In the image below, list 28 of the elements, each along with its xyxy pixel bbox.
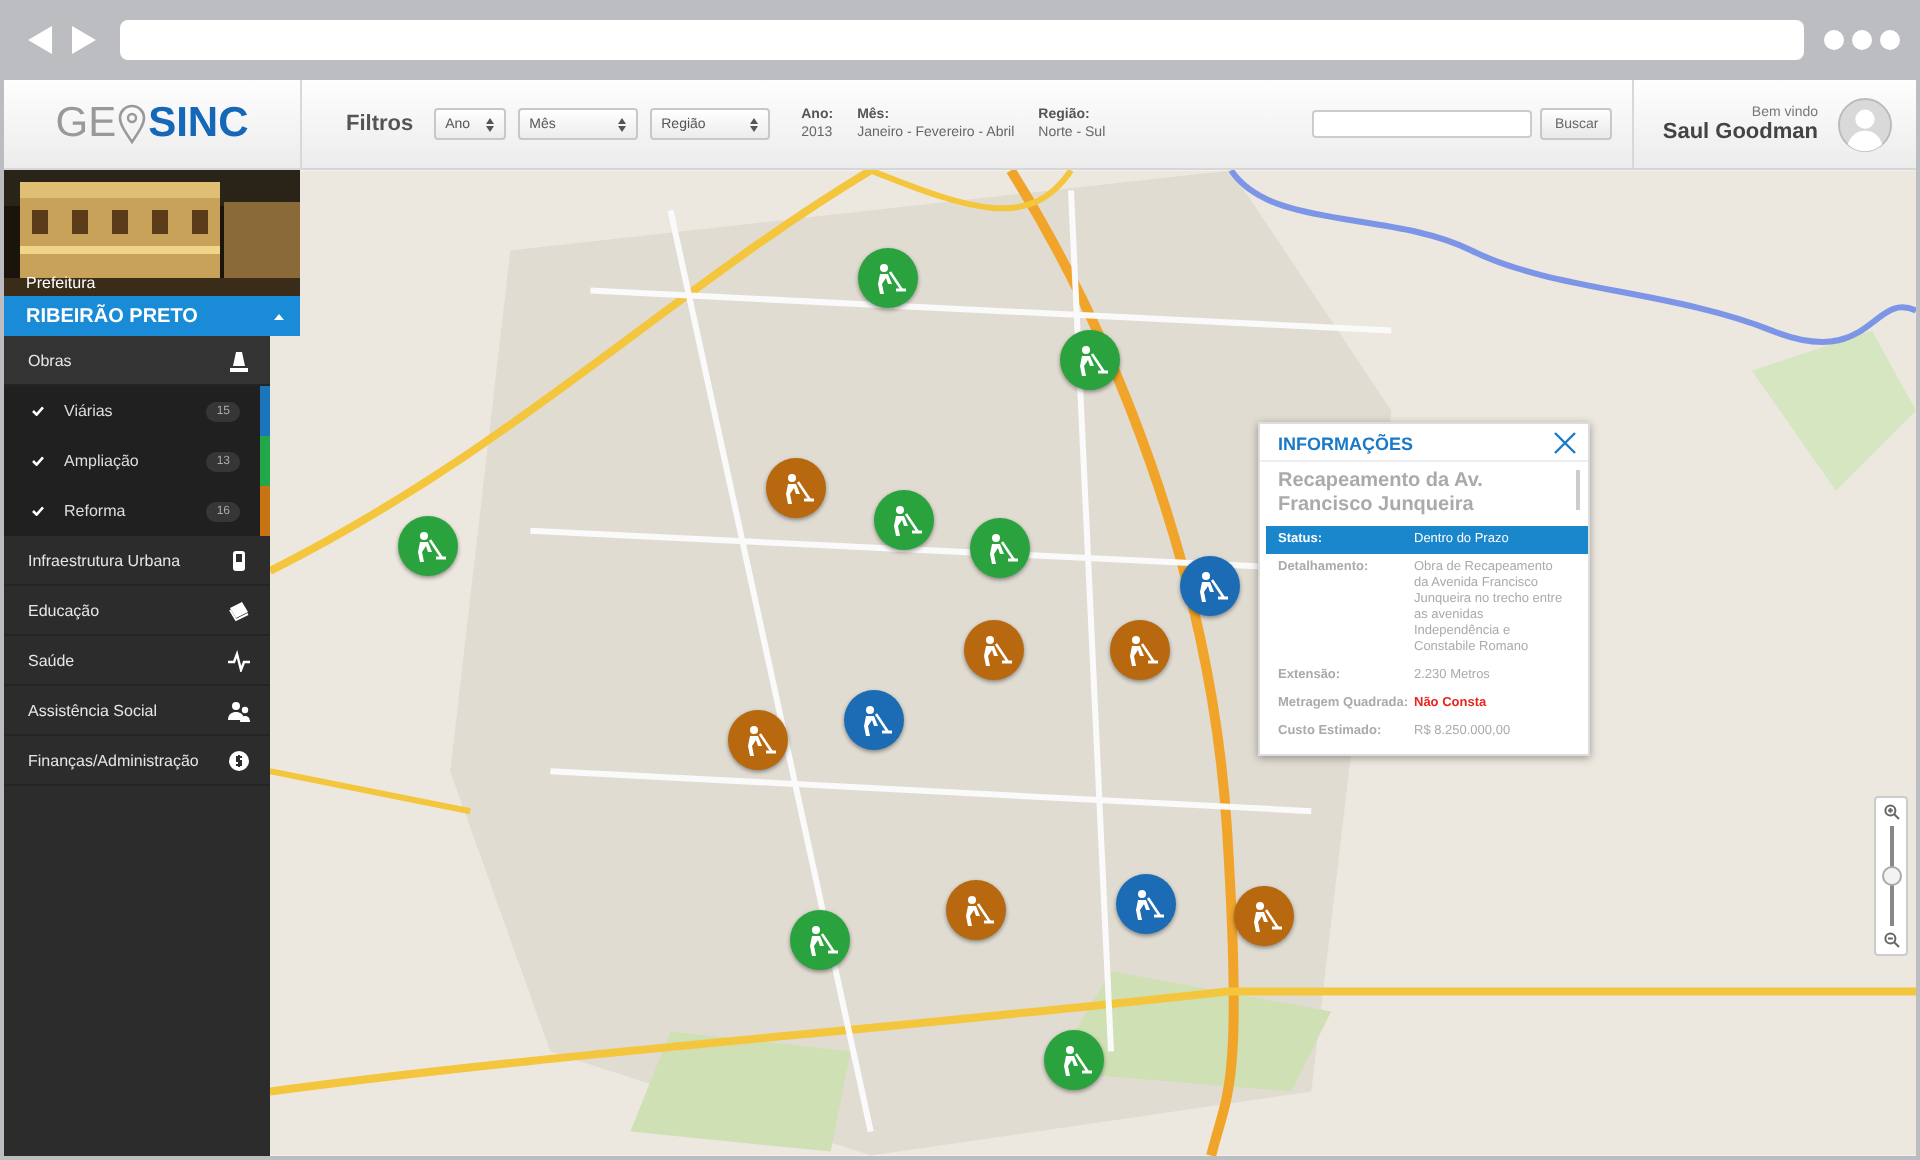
info-heading: Recapeamento da Av. Francisco Junqueira	[1276, 468, 1485, 520]
city-header[interactable]: RIBEIRÃO PRETO	[4, 296, 300, 336]
user-name: Saul Goodman	[1662, 119, 1818, 143]
zoom-out-icon[interactable]	[1883, 932, 1899, 948]
logo-text: SINC	[148, 100, 249, 148]
phone-icon	[228, 549, 250, 571]
search-field[interactable]	[1312, 110, 1533, 138]
slider-thumb[interactable]	[1881, 866, 1901, 886]
sidebar-item[interactable]: Finanças/Administração	[4, 736, 270, 786]
zoom-in-icon[interactable]	[1883, 804, 1899, 820]
people-icon	[228, 699, 250, 721]
logo-text: GE	[55, 100, 117, 148]
pulse-icon	[228, 649, 250, 671]
updown-icon	[485, 117, 494, 131]
updown-icon	[617, 117, 626, 131]
filters-label: Filtros	[346, 112, 414, 136]
cone-icon	[228, 349, 250, 371]
book-icon	[228, 599, 250, 621]
sidebar-item[interactable]: Obras	[4, 336, 270, 386]
pin-icon	[118, 104, 147, 144]
updown-icon	[749, 117, 758, 131]
scrollbar[interactable]	[1576, 470, 1580, 510]
close-icon[interactable]	[1554, 432, 1576, 454]
back-forward-icon[interactable]	[28, 26, 100, 54]
menu-icon[interactable]	[1824, 30, 1900, 50]
panel-title: INFORMAÇÕES	[1278, 433, 1413, 453]
avatar[interactable]	[1838, 97, 1892, 151]
coin-icon	[228, 749, 250, 771]
